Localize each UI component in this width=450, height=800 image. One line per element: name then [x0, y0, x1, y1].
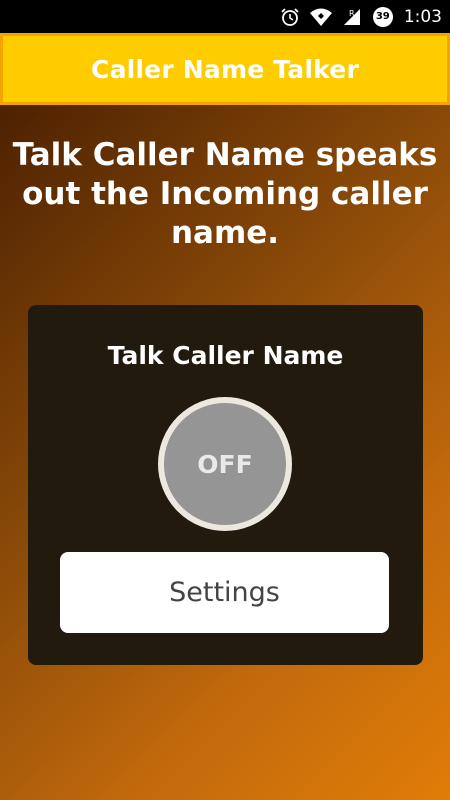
status-time: 1:03 — [403, 6, 442, 27]
alarm-icon — [280, 7, 300, 27]
app-description: Talk Caller Name speaks out the Incoming… — [12, 137, 438, 251]
app-title-bar: Caller Name Talker — [0, 33, 450, 105]
settings-label: Settings — [169, 577, 280, 608]
wifi-icon — [309, 7, 333, 27]
signal-roaming-icon: R — [342, 7, 364, 27]
talk-toggle-button[interactable]: OFF — [158, 397, 292, 531]
control-panel: Talk Caller Name OFF Settings — [28, 305, 423, 665]
settings-button[interactable]: Settings — [60, 552, 389, 633]
panel-title: Talk Caller Name — [107, 341, 344, 370]
app-title: Caller Name Talker — [91, 54, 359, 84]
status-bar: R 39 1:03 — [0, 0, 450, 33]
toggle-label: OFF — [197, 449, 253, 479]
svg-text:R: R — [349, 9, 355, 18]
battery-icon: 39 — [372, 6, 393, 27]
